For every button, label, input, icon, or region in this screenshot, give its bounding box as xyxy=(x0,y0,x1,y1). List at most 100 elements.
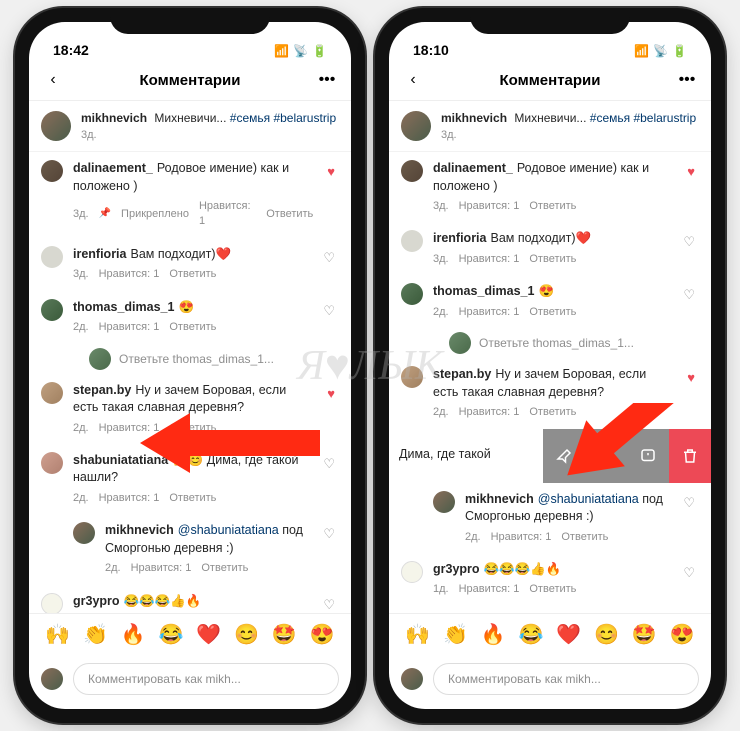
avatar[interactable] xyxy=(41,111,71,141)
avatar[interactable] xyxy=(433,491,455,513)
reply-link[interactable]: Ответить xyxy=(169,267,216,282)
comment-input[interactable]: Комментировать как mikh... xyxy=(433,663,699,695)
like-icon[interactable]: ♡ xyxy=(319,593,339,613)
avatar[interactable] xyxy=(41,299,63,321)
comment-username[interactable]: gr3ypro xyxy=(433,562,480,576)
back-icon[interactable]: ‹ xyxy=(43,70,63,90)
comment-item[interactable]: gr3ypro😂😂😂👍🔥 1д. Нравится: 1 Ответить ♡ xyxy=(389,553,711,606)
emoji-option[interactable]: 😂 xyxy=(159,622,184,647)
like-icon[interactable]: ♡ xyxy=(319,522,339,546)
like-icon[interactable]: ♥ xyxy=(323,160,339,183)
emoji-option[interactable]: 👏 xyxy=(83,622,108,647)
avatar[interactable] xyxy=(41,246,63,268)
more-icon[interactable]: ••• xyxy=(317,70,337,90)
likes-count[interactable]: Нравится: 1 xyxy=(491,530,552,545)
comment-item[interactable]: irenfioriaВам подходит)❤️ 3д. Нравится: … xyxy=(29,238,351,291)
reply-link[interactable]: Ответить xyxy=(529,582,576,597)
comment-item[interactable]: dalinaement_Родовое имение) как и положе… xyxy=(29,152,351,238)
emoji-option[interactable]: 🤩 xyxy=(632,622,657,647)
comment-item[interactable]: gr3ypro😂😂😂👍🔥 1д. Нравится: 1 Ответить ♡ xyxy=(29,585,351,613)
emoji-option[interactable]: 🔥 xyxy=(481,622,506,647)
likes-count[interactable]: Нравится: 1 xyxy=(459,582,520,597)
avatar[interactable] xyxy=(41,593,63,613)
like-icon[interactable]: ♡ xyxy=(319,246,339,270)
comment-username[interactable]: mikhnevich xyxy=(105,523,174,537)
reply-link[interactable]: Ответить xyxy=(529,305,576,320)
likes-count[interactable]: Нравится: 1 xyxy=(459,305,520,320)
emoji-option[interactable]: 😊 xyxy=(234,622,259,647)
reply-link[interactable]: Ответить xyxy=(169,491,216,506)
post-username[interactable]: mikhnevich xyxy=(441,111,507,125)
comment-username[interactable]: irenfioria xyxy=(433,231,487,245)
comment-time: 2д. xyxy=(105,561,121,576)
emoji-option[interactable]: ❤️ xyxy=(556,622,581,647)
emoji-option[interactable]: ❤️ xyxy=(196,622,221,647)
avatar[interactable] xyxy=(41,382,63,404)
emoji-option[interactable]: 🔥 xyxy=(121,622,146,647)
avatar[interactable] xyxy=(401,366,423,388)
comment-username[interactable]: gr3ypro xyxy=(73,594,120,608)
like-icon[interactable]: ♡ xyxy=(679,561,699,585)
likes-count[interactable]: Нравится: 1 xyxy=(131,561,192,576)
like-icon[interactable]: ♥ xyxy=(323,382,339,405)
likes-count[interactable]: Нравится: 1 xyxy=(99,491,160,506)
avatar[interactable] xyxy=(401,160,423,182)
reply-prompt[interactable]: Ответьте thomas_dimas_1... xyxy=(29,344,351,374)
emoji-option[interactable]: 🙌 xyxy=(405,622,430,647)
avatar[interactable] xyxy=(73,522,95,544)
like-icon[interactable]: ♡ xyxy=(319,452,339,476)
avatar[interactable] xyxy=(41,452,63,474)
reply-link[interactable]: Ответить xyxy=(529,252,576,267)
mention[interactable]: @shabuniatatiana xyxy=(178,523,279,537)
emoji-option[interactable]: 🤩 xyxy=(272,622,297,647)
emoji-option[interactable]: 👏 xyxy=(443,622,468,647)
comment-username[interactable]: stepan.by xyxy=(433,367,491,381)
comment-input[interactable]: Комментировать как mikh... xyxy=(73,663,339,695)
like-icon[interactable]: ♡ xyxy=(319,299,339,323)
comment-username[interactable]: thomas_dimas_1 xyxy=(73,300,174,314)
post-hashtags[interactable]: #семья #belarustrip xyxy=(230,111,336,125)
like-icon[interactable]: ♡ xyxy=(679,283,699,307)
like-icon[interactable]: ♥ xyxy=(683,366,699,389)
emoji-option[interactable]: 🙌 xyxy=(45,622,70,647)
post-username[interactable]: mikhnevich xyxy=(81,111,147,125)
reply-link[interactable]: Ответить xyxy=(529,199,576,214)
comment-username[interactable]: dalinaement_ xyxy=(73,161,153,175)
reply-link[interactable]: Ответить xyxy=(266,207,313,222)
avatar[interactable] xyxy=(401,111,431,141)
comment-username[interactable]: irenfioria xyxy=(73,247,127,261)
more-icon[interactable]: ••• xyxy=(677,70,697,90)
like-icon[interactable]: ♡ xyxy=(679,230,699,254)
emoji-option[interactable]: 😍 xyxy=(670,622,695,647)
post-hashtags[interactable]: #семья #belarustrip xyxy=(590,111,696,125)
avatar xyxy=(89,348,111,370)
emoji-option[interactable]: 😂 xyxy=(519,622,544,647)
comment-item[interactable]: thomas_dimas_1😍 2д. Нравится: 1 Ответить… xyxy=(29,291,351,344)
avatar[interactable] xyxy=(41,160,63,182)
likes-count[interactable]: Нравится: 1 xyxy=(199,199,256,230)
comment-item[interactable]: thomas_dimas_1😍 2д. Нравится: 1 Ответить… xyxy=(389,275,711,328)
likes-count[interactable]: Нравится: 1 xyxy=(99,267,160,282)
comment-username[interactable]: stepan.by xyxy=(73,383,131,397)
avatar[interactable] xyxy=(401,230,423,252)
reply-link[interactable]: Ответить xyxy=(201,561,248,576)
emoji-option[interactable]: 😊 xyxy=(594,622,619,647)
reply-prompt[interactable]: Ответьте thomas_dimas_1... xyxy=(389,328,711,358)
comment-username[interactable]: mikhnevich xyxy=(465,492,534,506)
battery-icon: 🔋 xyxy=(672,44,687,58)
avatar[interactable] xyxy=(401,283,423,305)
likes-count[interactable]: Нравится: 1 xyxy=(459,199,520,214)
likes-count[interactable]: Нравится: 1 xyxy=(459,405,520,420)
emoji-option[interactable]: 😍 xyxy=(310,622,335,647)
comment-username[interactable]: thomas_dimas_1 xyxy=(433,284,534,298)
back-icon[interactable]: ‹ xyxy=(403,70,423,90)
likes-count[interactable]: Нравится: 1 xyxy=(459,252,520,267)
comment-item[interactable]: irenfioriaВам подходит)❤️ 3д. Нравится: … xyxy=(389,222,711,275)
likes-count[interactable]: Нравится: 1 xyxy=(99,320,160,335)
like-icon[interactable]: ♥ xyxy=(683,160,699,183)
reply-link[interactable]: Ответить xyxy=(169,320,216,335)
comment-reply-item[interactable]: mikhnevich@shabuniatatiana под Сморгонью… xyxy=(29,514,351,584)
comment-item[interactable]: dalinaement_Родовое имение) как и положе… xyxy=(389,152,711,222)
comment-username[interactable]: dalinaement_ xyxy=(433,161,513,175)
avatar[interactable] xyxy=(401,561,423,583)
